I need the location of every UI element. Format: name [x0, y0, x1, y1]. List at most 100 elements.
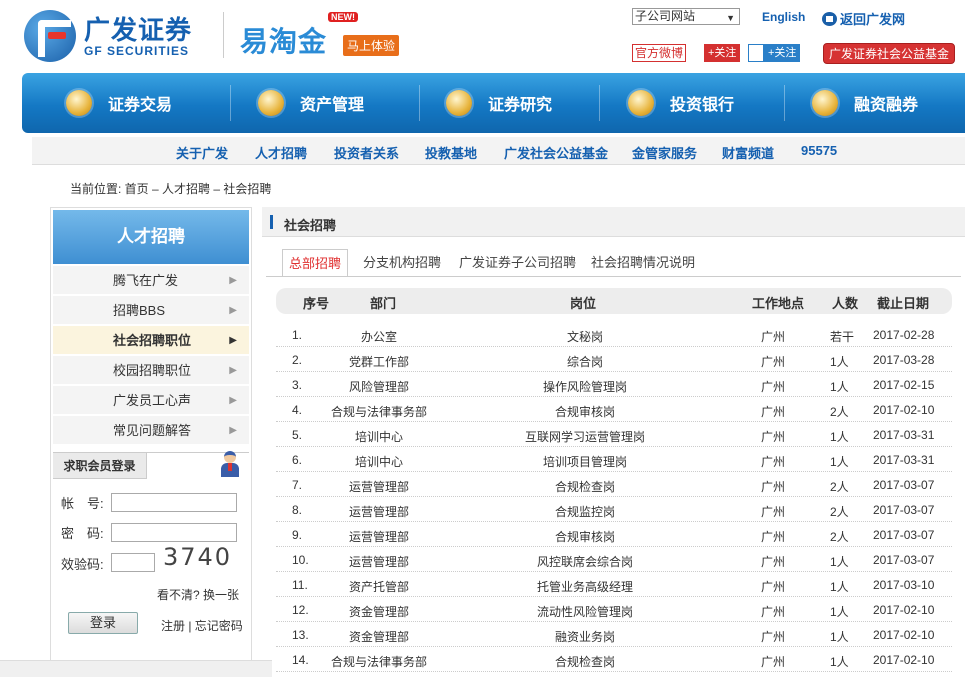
table-row[interactable]: 6. 培训中心 培训项目管理岗 广州 1人 2017-03-31 [276, 447, 952, 472]
chevron-right-icon: ▶ [229, 395, 237, 406]
row-position[interactable]: 风控联席会综合岗 [486, 553, 684, 570]
row-location: 广州 [761, 480, 786, 494]
captcha-input[interactable] [111, 553, 155, 572]
horizontal-scrollbar[interactable] [0, 660, 272, 677]
row-headcount: 1人 [830, 430, 849, 444]
sidebar-item-bbs[interactable]: 招聘BBS ▶ [53, 296, 249, 325]
try-now-button[interactable]: 马上体验 [343, 35, 400, 56]
login-tab[interactable]: 求职会员登录 [53, 453, 147, 479]
main-nav-investment-banking[interactable]: 投资银行 [628, 73, 734, 133]
row-location: 广州 [761, 630, 786, 644]
row-position[interactable]: 流动性风险管理岗 [486, 603, 684, 620]
sub-nav-charity-fund[interactable]: 广发社会公益基金 [504, 143, 608, 162]
home-icon [822, 12, 837, 26]
sidebar-item-employee-voices[interactable]: 广发员工心声 ▶ [53, 386, 249, 415]
table-row[interactable]: 5. 培训中心 互联网学习运营管理岗 广州 1人 2017-03-31 [276, 422, 952, 447]
row-department: 党群工作部 [348, 355, 409, 369]
tab-subsidiaries[interactable]: 广发证券子公司招聘 [459, 249, 576, 277]
table-row[interactable]: 11. 资产托管部 托管业务高级经理 广州 1人 2017-03-10 [276, 572, 952, 597]
table-row[interactable]: 7. 运营管理部 合规检查岗 广州 2人 2017-03-07 [276, 472, 952, 497]
weibo-link[interactable]: 官方微博 [632, 44, 687, 62]
row-position[interactable]: 培训项目管理岗 [486, 453, 684, 470]
yitaojin-link[interactable]: 易淘金 [240, 20, 327, 60]
sub-nav-hotline[interactable]: 95575 [801, 143, 837, 158]
refresh-captcha-link[interactable]: 看不清? 换一张 [157, 586, 239, 603]
breadcrumb: 当前位置: 首页 – 人才招聘 – 社会招聘 [70, 182, 272, 196]
row-location: 广州 [761, 530, 786, 544]
table-row[interactable]: 1. 办公室 文秘岗 广州 若干 2017-02-28 [276, 322, 952, 347]
row-position[interactable]: 操作风险管理岗 [486, 378, 684, 395]
main-nav-research[interactable]: 证券研究 [446, 73, 552, 133]
sidebar-item-label: 招聘BBS [113, 303, 166, 318]
password-label: 密 码: [61, 526, 104, 541]
tab-branches[interactable]: 分支机构招聘 [363, 249, 441, 277]
main-nav-label: 融资融券 [854, 97, 919, 114]
row-position[interactable]: 托管业务高级经理 [486, 578, 684, 595]
main-nav-trading[interactable]: 证券交易 [66, 73, 172, 133]
main-nav-margin-trading[interactable]: 融资融券 [812, 73, 918, 133]
row-department: 合规与法律事务部 [330, 405, 427, 419]
row-position[interactable]: 合规检查岗 [486, 478, 684, 495]
row-department: 运营管理部 [348, 505, 409, 519]
row-position[interactable]: 综合岗 [486, 353, 684, 370]
sidebar-item-label: 常见问题解答 [113, 423, 192, 438]
row-position[interactable]: 合规审核岗 [486, 403, 684, 420]
sub-nav-investor-relations[interactable]: 投资者关系 [334, 143, 399, 162]
tencent-weibo-icon[interactable] [748, 44, 764, 62]
tencent-weibo-follow-button[interactable]: +关注 [764, 44, 801, 62]
row-deadline: 2017-03-07 [873, 478, 935, 492]
password-input[interactable] [111, 523, 237, 542]
english-link[interactable]: English [762, 10, 805, 24]
sidebar-item-social-recruitment[interactable]: 社会招聘职位 ▶ [53, 326, 249, 355]
table-row[interactable]: 10. 运营管理部 风控联席会综合岗 广州 1人 2017-03-07 [276, 547, 952, 572]
table-row[interactable]: 4. 合规与法律事务部 合规审核岗 广州 2人 2017-02-10 [276, 397, 952, 422]
tab-headquarters[interactable]: 总部招聘 [282, 249, 349, 277]
nav-separator [784, 85, 785, 121]
row-deadline: 2017-03-10 [873, 578, 935, 592]
row-position[interactable]: 合规监控岗 [486, 503, 684, 520]
table-row[interactable]: 2. 党群工作部 综合岗 广州 1人 2017-03-28 [276, 347, 952, 372]
row-position[interactable]: 互联网学习运营管理岗 [486, 428, 684, 445]
charity-fund-button[interactable]: 广发证券社会公益基金 [823, 43, 956, 64]
login-button[interactable]: 登录 [68, 612, 138, 634]
sub-nav-wealth-channel[interactable]: 财富频道 [722, 143, 774, 162]
content-title: 社会招聘 [284, 218, 337, 233]
row-headcount: 1人 [830, 555, 849, 569]
gf-logo[interactable]: 广发证券 GF SECURITIES [22, 8, 212, 64]
row-location: 广州 [761, 380, 786, 394]
weibo-follow-button[interactable]: +关注 [704, 44, 741, 62]
table-row[interactable]: 12. 资金管理部 流动性风险管理岗 广州 1人 2017-02-10 [276, 597, 952, 622]
sub-nav-careers[interactable]: 人才招聘 [255, 143, 307, 162]
recruitment-tabs: 总部招聘 分支机构招聘 广发证券子公司招聘 社会招聘情况说明 [262, 249, 965, 277]
title-accent-bar [270, 215, 273, 229]
row-location: 广州 [761, 605, 786, 619]
table-row[interactable]: 14. 合规与法律事务部 合规检查岗 广州 1人 2017-02-10 [276, 647, 952, 672]
row-deadline: 2017-03-07 [873, 528, 935, 542]
sidebar-item-faq[interactable]: 常见问题解答 ▶ [53, 416, 249, 445]
captcha-image[interactable]: 3740 [163, 543, 232, 571]
row-position[interactable]: 合规审核岗 [486, 528, 684, 545]
column-header: 序号 [303, 296, 330, 311]
table-row[interactable]: 3. 风险管理部 操作风险管理岗 广州 1人 2017-02-15 [276, 372, 952, 397]
sidebar-item-soar-at-gf[interactable]: 腾飞在广发 ▶ [53, 266, 249, 295]
main-nav-asset-management[interactable]: 资产管理 [258, 73, 364, 133]
table-row[interactable]: 8. 运营管理部 合规监控岗 广州 2人 2017-03-07 [276, 497, 952, 522]
account-input[interactable] [111, 493, 237, 512]
sub-nav-butler-service[interactable]: 金管家服务 [632, 143, 697, 162]
row-position[interactable]: 融资业务岗 [486, 628, 684, 645]
subsidiary-site-select[interactable]: 子公司网站 ▼ [632, 8, 740, 25]
tab-notes[interactable]: 社会招聘情况说明 [591, 249, 695, 277]
register-forgot-links[interactable]: 注册 | 忘记密码 [161, 617, 243, 634]
tabs-divider [266, 276, 961, 277]
row-position[interactable]: 文秘岗 [486, 328, 684, 345]
sub-nav-about[interactable]: 关于广发 [176, 143, 228, 162]
sidebar: 人才招聘 腾飞在广发 ▶ 招聘BBS ▶ 社会招聘职位 ▶ 校园招聘职位 ▶ 广发员工心… [50, 207, 252, 677]
table-row[interactable]: 13. 资金管理部 融资业务岗 广州 1人 2017-02-10 [276, 622, 952, 647]
sidebar-item-campus-recruitment[interactable]: 校园招聘职位 ▶ [53, 356, 249, 385]
back-home-link[interactable]: 返回广发网 [822, 9, 905, 28]
main-nav-label: 证券交易 [108, 97, 173, 114]
row-deadline: 2017-03-31 [873, 453, 935, 467]
table-row[interactable]: 9. 运营管理部 合规审核岗 广州 2人 2017-03-07 [276, 522, 952, 547]
row-position[interactable]: 合规检查岗 [486, 653, 684, 670]
sub-nav-education-base[interactable]: 投教基地 [425, 143, 477, 162]
